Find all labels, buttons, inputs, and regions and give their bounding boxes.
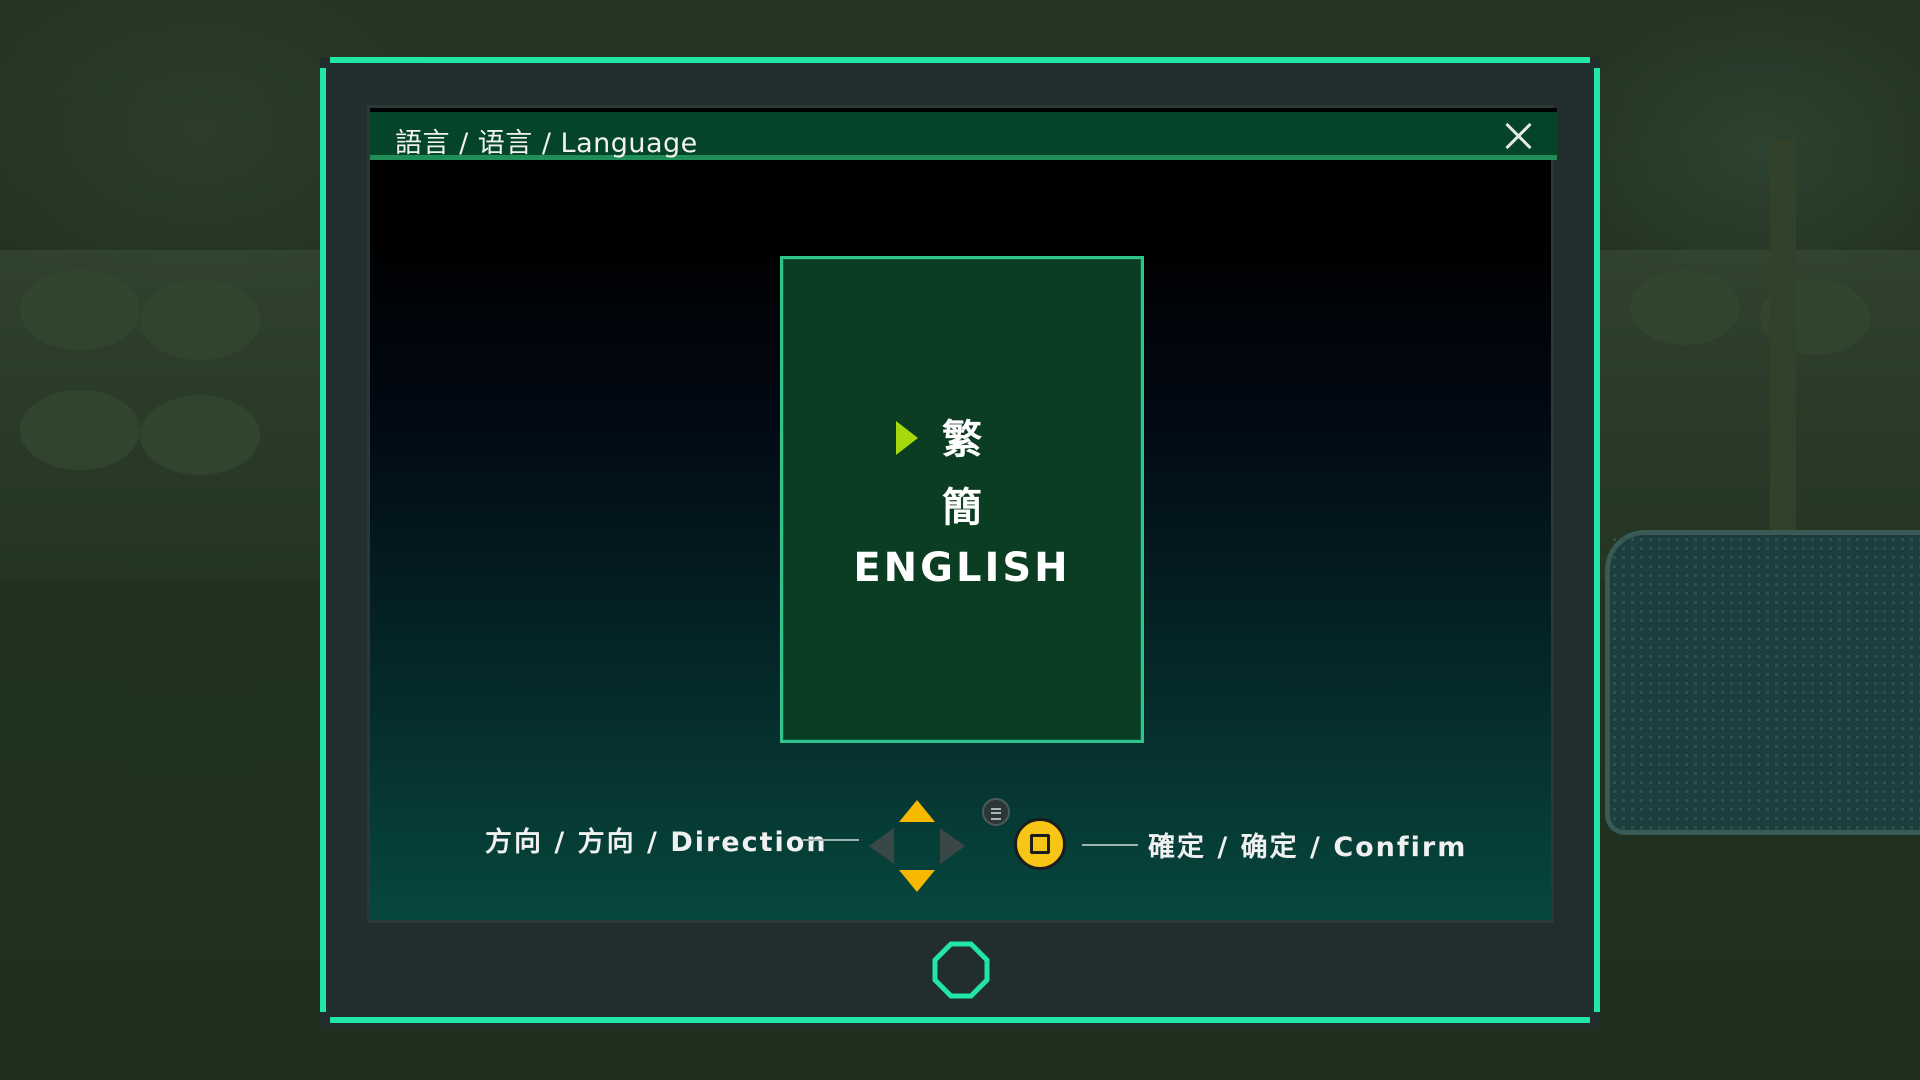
dpad-icon — [867, 796, 967, 896]
title-bar: 語言 / 语言 / Language — [370, 108, 1557, 160]
menu-button-icon — [982, 798, 1010, 826]
square-button-icon — [1014, 818, 1066, 870]
frame-border-bottom — [330, 1017, 1590, 1023]
close-icon[interactable] — [1503, 121, 1533, 151]
ring-icon — [932, 941, 990, 999]
dpad-up-icon — [899, 800, 935, 822]
language-option-english[interactable]: ENGLISH — [783, 545, 1141, 591]
frame-border-right — [1594, 68, 1600, 1012]
direction-hint-label: 方向 / 方向 / Direction — [485, 827, 828, 858]
bush — [1630, 270, 1740, 345]
hint-divider — [803, 839, 859, 841]
dpad-down-icon — [899, 870, 935, 892]
language-option-simplified[interactable]: 簡 — [783, 475, 1141, 533]
language-option-traditional[interactable]: 繁 — [783, 407, 1141, 465]
confirm-hint-label: 確定 / 确定 / Confirm — [1148, 832, 1468, 863]
bush — [140, 280, 260, 360]
pond — [1605, 530, 1920, 835]
bush — [20, 270, 140, 350]
frame-border-left — [320, 68, 326, 1012]
window-title: 語言 / 语言 / Language — [395, 128, 698, 159]
hint-divider — [1082, 844, 1138, 846]
frame-border-top — [330, 57, 1590, 63]
bush — [140, 395, 260, 475]
language-window: 語言 / 语言 / Language 繁 簡 ENGLISH 方向 / 方向 /… — [367, 105, 1557, 923]
language-list: 繁 簡 ENGLISH — [780, 256, 1144, 743]
dpad-left-icon — [869, 828, 894, 864]
bush — [20, 390, 140, 470]
dpad-right-icon — [940, 828, 965, 864]
